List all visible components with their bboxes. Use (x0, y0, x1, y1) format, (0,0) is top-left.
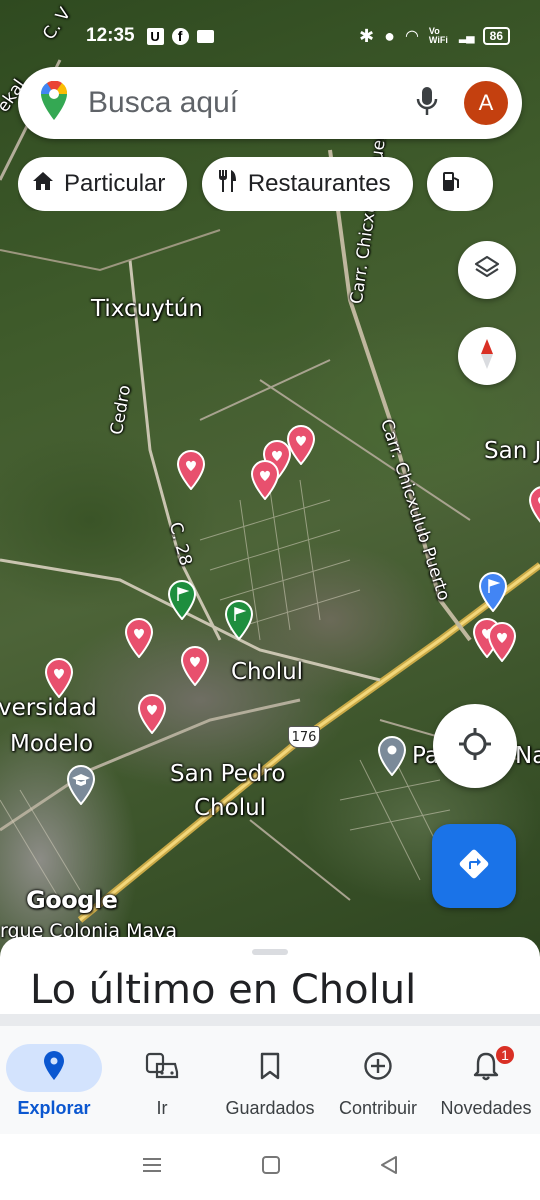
saved-place-heart-pin[interactable] (124, 618, 154, 658)
saved-place-heart-pin[interactable] (528, 486, 540, 526)
location-icon: ● (384, 25, 395, 46)
wifi-icon: ◠ (404, 28, 419, 45)
map-label-town[interactable]: San J (484, 438, 540, 464)
map-label-town[interactable]: Cholul (231, 659, 303, 685)
google-logo: Google (26, 886, 118, 914)
recent-apps-icon[interactable] (141, 1156, 163, 1179)
add-circle-icon (363, 1051, 393, 1086)
place-pin[interactable] (377, 736, 407, 776)
map-label-town[interactable]: Tixcuytún (91, 296, 203, 322)
layers-button[interactable] (458, 241, 516, 299)
nav-novedades[interactable]: 1 Novedades (432, 1026, 540, 1134)
search-input[interactable]: Busca aquí (88, 86, 416, 120)
highway-shield: 176 (288, 726, 320, 748)
nav-label: Guardados (225, 1098, 315, 1118)
layers-icon (473, 254, 501, 287)
divider (0, 1014, 540, 1026)
map-label-place[interactable]: Modelo (10, 731, 93, 757)
back-icon[interactable] (379, 1155, 399, 1180)
mail-icon (196, 29, 214, 43)
nav-label: Explorar (17, 1098, 91, 1118)
nav-label: Novedades (440, 1098, 532, 1118)
saved-place-heart-pin[interactable] (137, 694, 167, 734)
sheet-drag-handle[interactable] (252, 949, 288, 955)
directions-button[interactable] (432, 824, 516, 908)
map-label-town[interactable]: San Pedro (170, 761, 285, 787)
saved-place-heart-pin[interactable] (44, 658, 74, 698)
nav-label: Ir (156, 1098, 168, 1118)
nav-ir[interactable]: Ir (108, 1026, 216, 1134)
chip-label: Particular (64, 170, 166, 197)
nav-guardados[interactable]: Guardados (216, 1026, 324, 1134)
status-bar: 12:35 U f ✱ ● ◠ Vo WiFi ▂▄ 86 (0, 18, 540, 54)
nav-label: Contribuir (338, 1098, 418, 1118)
flag-pin[interactable] (478, 572, 508, 612)
restaurant-icon (216, 169, 238, 200)
notification-badge: 1 (494, 1044, 516, 1066)
compass-button[interactable] (458, 327, 516, 385)
avatar[interactable]: A (464, 81, 508, 125)
flag-pin[interactable] (167, 580, 197, 620)
commute-icon (145, 1052, 179, 1085)
microphone-icon[interactable] (416, 85, 438, 122)
battery-icon: 86 (482, 27, 510, 45)
saved-place-heart-pin[interactable] (487, 622, 517, 662)
saved-place-heart-pin[interactable] (176, 450, 206, 490)
facebook-icon: f (171, 27, 189, 45)
app-u-icon: U (146, 27, 164, 45)
saved-place-heart-pin[interactable] (250, 460, 280, 500)
sheet-title: Lo último en Cholul (30, 967, 417, 1013)
compass-icon (477, 337, 497, 376)
gas-station-icon (441, 170, 461, 199)
bottom-navigation: Explorar Ir Guardados Contribuir 1 Noved… (0, 1026, 540, 1134)
chip-particular[interactable]: Particular (18, 157, 188, 211)
map-view[interactable]: C. V ekal Tixcuytún Cedro C. 28 Carr. Ch… (0, 0, 540, 960)
my-location-button[interactable] (433, 704, 517, 788)
home-button-icon[interactable] (261, 1155, 281, 1180)
map-label-town[interactable]: Cholul (194, 795, 266, 821)
directions-icon (457, 847, 491, 886)
my-location-icon (457, 726, 493, 767)
status-time: 12:35 (86, 25, 135, 46)
network-label: Vo WiFi (428, 26, 448, 45)
bluetooth-icon: ✱ (358, 25, 375, 46)
search-bar[interactable]: Busca aquí A (18, 67, 522, 139)
google-maps-pin-icon (40, 80, 68, 126)
nav-explorar[interactable]: Explorar (0, 1026, 108, 1134)
chip-gas[interactable] (427, 157, 494, 211)
nav-contribuir[interactable]: Contribuir (324, 1026, 432, 1134)
category-chips: Particular Restaurantes (18, 157, 540, 211)
saved-place-heart-pin[interactable] (286, 425, 316, 465)
signal-icon: ▂▄ (458, 29, 475, 43)
system-navigation-bar (0, 1134, 540, 1200)
school-pin[interactable] (66, 765, 96, 805)
map-label-place[interactable]: Nat (515, 743, 540, 769)
explore-pin-icon (43, 1050, 65, 1086)
map-label-place[interactable]: versidad (0, 695, 97, 721)
flag-pin[interactable] (224, 600, 254, 640)
saved-place-heart-pin[interactable] (180, 646, 210, 686)
chip-restaurantes[interactable]: Restaurantes (201, 157, 413, 211)
chip-label: Restaurantes (247, 170, 391, 197)
home-icon (32, 170, 54, 198)
bookmark-icon (259, 1052, 281, 1085)
